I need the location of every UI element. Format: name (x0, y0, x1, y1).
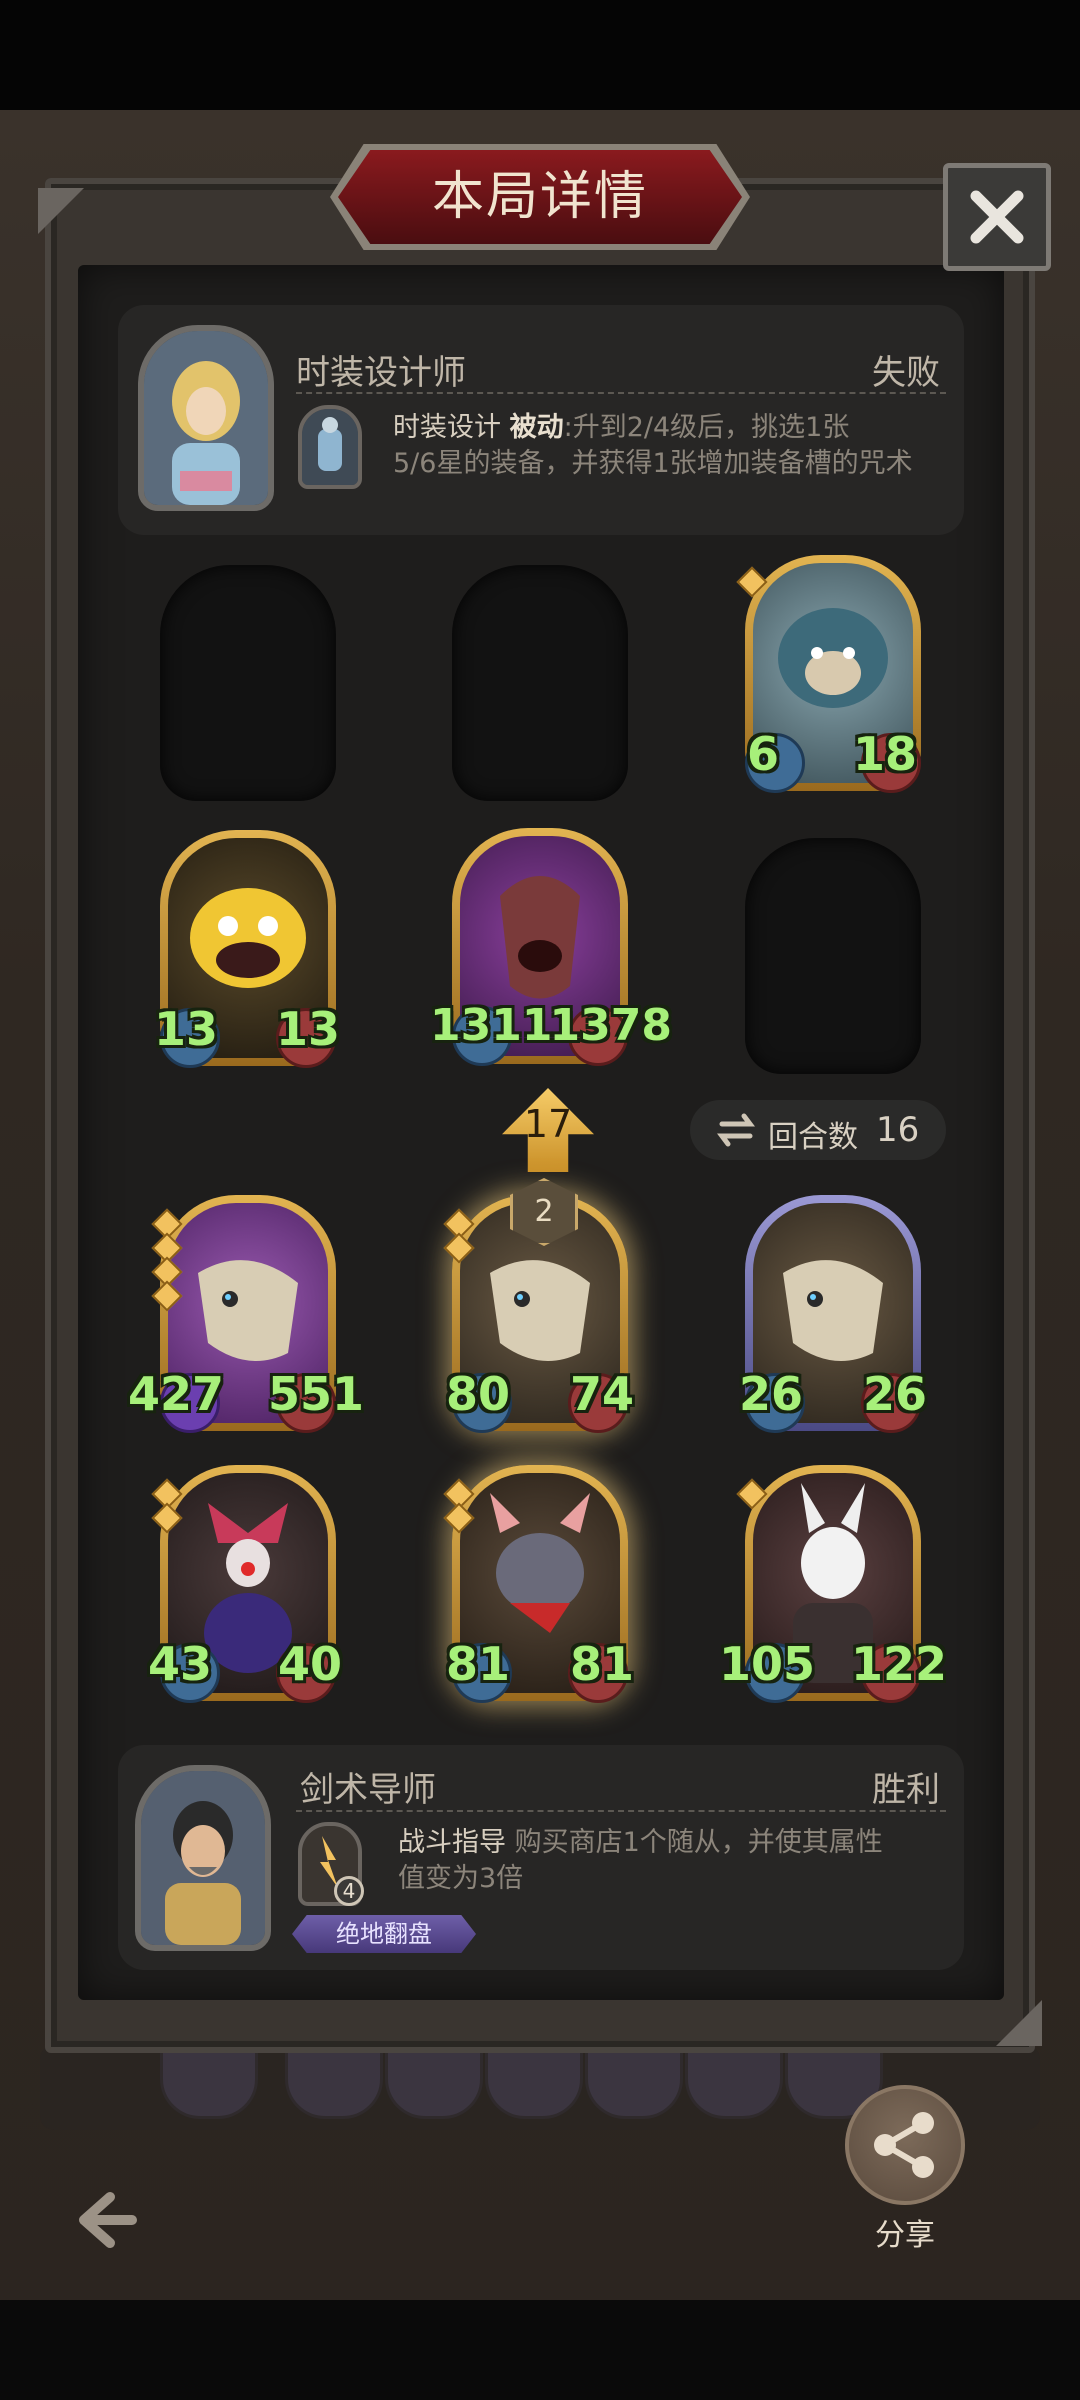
player1-hero-name: 时装设计师 (296, 353, 466, 393)
minion-card-bone-dragon-purple[interactable]: 427 551 (128, 1195, 364, 1433)
health-value: 13 (275, 1002, 340, 1056)
player1-skill-text: 时装设计 被动:升到2/4级后，挑选1张 5/6星的装备，并获得1张增加装备槽的… (393, 410, 953, 482)
share-icon (874, 2112, 934, 2178)
health-value: 18 (852, 727, 917, 781)
bottom-bar (0, 2300, 1080, 2400)
attack-value: 105 (719, 1637, 816, 1691)
attack-value: 80 (446, 1367, 511, 1421)
health-value: 74 (569, 1367, 634, 1421)
health-value: 26 (862, 1367, 927, 1421)
round-label: 回合数 (768, 1120, 858, 1155)
share-button[interactable] (845, 2085, 965, 2205)
costume-skill-icon (302, 409, 358, 485)
attack-value: 1311 (430, 1000, 553, 1051)
health-value: 40 (277, 1637, 342, 1691)
designer-hero-art (144, 331, 268, 505)
attack-value: 43 (148, 1637, 213, 1691)
player2-skill-desc-2: 值变为3倍 (398, 1863, 524, 1894)
minion-card-bone-dragon-silver[interactable]: 26 26 (739, 1195, 927, 1433)
comeback-tag: 绝地翻盘 (292, 1915, 476, 1953)
player1-skill-desc-1: :升到2/4级后，挑选1张 (563, 412, 850, 443)
history-thumb[interactable] (685, 2045, 783, 2119)
skill-level-badge: 4 (334, 1876, 364, 1906)
close-button[interactable] (943, 163, 1051, 271)
history-thumb[interactable] (160, 2045, 258, 2119)
history-thumb[interactable] (585, 2045, 683, 2119)
player2-skill-desc-1: 购买商店1个随从，并使其属性 (506, 1827, 883, 1858)
empty-slot (745, 838, 921, 1074)
attack-value: 427 (128, 1367, 225, 1421)
health-value: 551 (267, 1367, 364, 1421)
share-label: 分享 (875, 2218, 935, 2253)
empty-slot (160, 565, 336, 801)
health-value: 122 (850, 1637, 947, 1691)
player2-hero-name: 剑术导师 (300, 1770, 436, 1810)
attack-value: 26 (739, 1367, 804, 1421)
minion-card-rabbit-mask[interactable]: 105 122 (719, 1465, 947, 1703)
player1-result: 失败 (872, 353, 940, 393)
player1-skill-icon[interactable] (298, 405, 362, 489)
upgrade-count: 17 (523, 1102, 573, 1146)
player1-skill-name: 时装设计 (393, 412, 501, 443)
divider (296, 1810, 946, 1812)
empty-slot (452, 565, 628, 801)
round-value: 16 (876, 1110, 920, 1150)
player2-skill-name: 战斗指导 (398, 1827, 506, 1858)
player1-hero-portrait (138, 325, 274, 511)
minion-card-rat-warrior[interactable]: 81 81 (443, 1465, 634, 1703)
back-arrow-icon (79, 2192, 137, 2248)
attack-value: 6 (747, 727, 780, 781)
refresh-icon (717, 1113, 755, 1147)
top-bar (0, 0, 1080, 110)
health-value: 81 (569, 1637, 634, 1691)
history-thumb[interactable] (385, 2045, 483, 2119)
back-button[interactable] (70, 2185, 140, 2255)
minion-card-blue-beast[interactable]: 6 18 (736, 555, 921, 793)
divider (296, 392, 946, 394)
player2-hero-portrait (135, 1765, 271, 1951)
round-counter: 回合数 16 (690, 1100, 946, 1160)
player2-result: 胜利 (872, 1770, 940, 1810)
attack-value: 81 (446, 1637, 511, 1691)
health-value: 1378 (549, 1000, 672, 1051)
player1-skill-type: 被动 (509, 412, 564, 443)
player2-skill-text: 战斗指导 购买商店1个随从，并使其属性 值变为3倍 (398, 1825, 948, 1897)
minion-card-purple-dragon[interactable]: 1311 1378 (430, 828, 672, 1066)
swordmaster-hero-art (141, 1771, 265, 1945)
attack-value: 13 (154, 1002, 219, 1056)
player1-skill-desc-2: 5/6星的装备，并获得1张增加装备槽的咒术 (393, 448, 913, 479)
close-icon (970, 190, 1024, 244)
minion-card-yellow-gremlin[interactable]: 13 13 (154, 830, 340, 1068)
minion-card-clown[interactable]: 43 40 (148, 1465, 342, 1703)
page-title: 本局详情 (431, 167, 648, 227)
history-thumb[interactable] (485, 2045, 583, 2119)
history-thumb[interactable] (285, 2045, 383, 2119)
